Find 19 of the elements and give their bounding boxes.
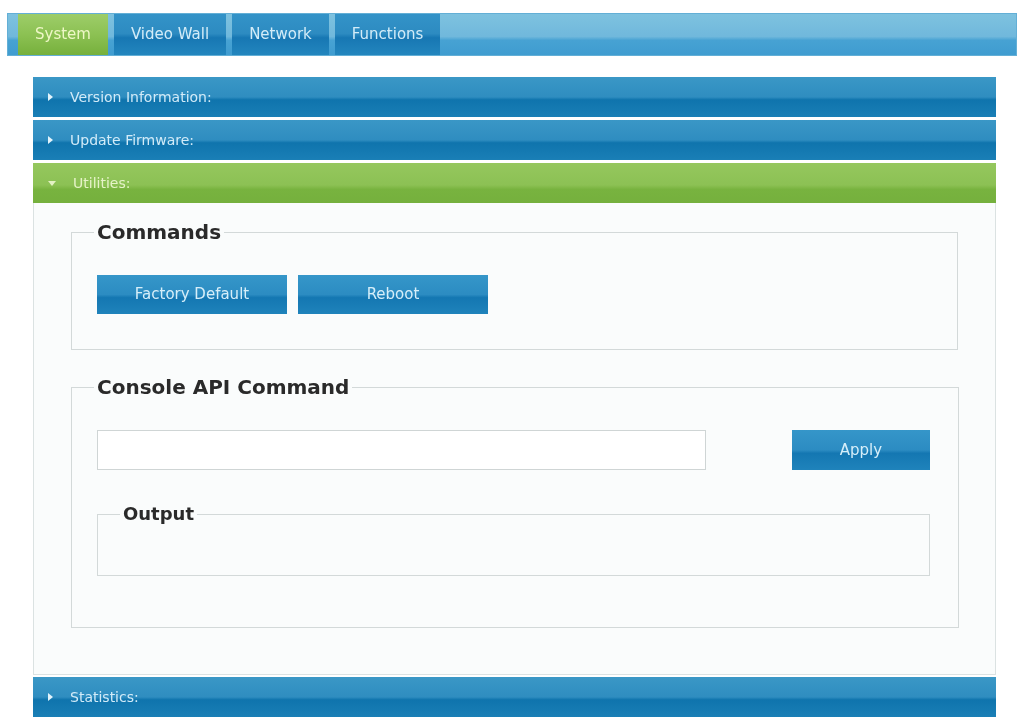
caret-right-icon [48,93,53,101]
section-header[interactable]: Version Information: [33,77,996,117]
tab[interactable]: Network [232,14,329,55]
tab[interactable]: System [18,14,108,55]
group-legend: Commands [94,220,225,244]
section-header[interactable]: Update Firmware: [33,120,996,160]
command-button[interactable]: Factory Default [97,275,287,314]
tab[interactable]: Functions [334,14,441,55]
command-input[interactable] [97,430,706,470]
caret-right-icon [48,136,53,144]
section-header[interactable]: Utilities: [33,163,996,203]
command-button[interactable]: Reboot [298,275,488,314]
tab[interactable]: Video Wall [113,14,227,55]
apply-button[interactable]: Apply [792,430,930,470]
caret-right-icon [48,693,53,701]
caret-down-icon [48,180,56,186]
group-legend: Console API Command [94,375,353,399]
section-header[interactable]: Statistics: [33,677,996,717]
group-legend: Output [120,503,198,525]
